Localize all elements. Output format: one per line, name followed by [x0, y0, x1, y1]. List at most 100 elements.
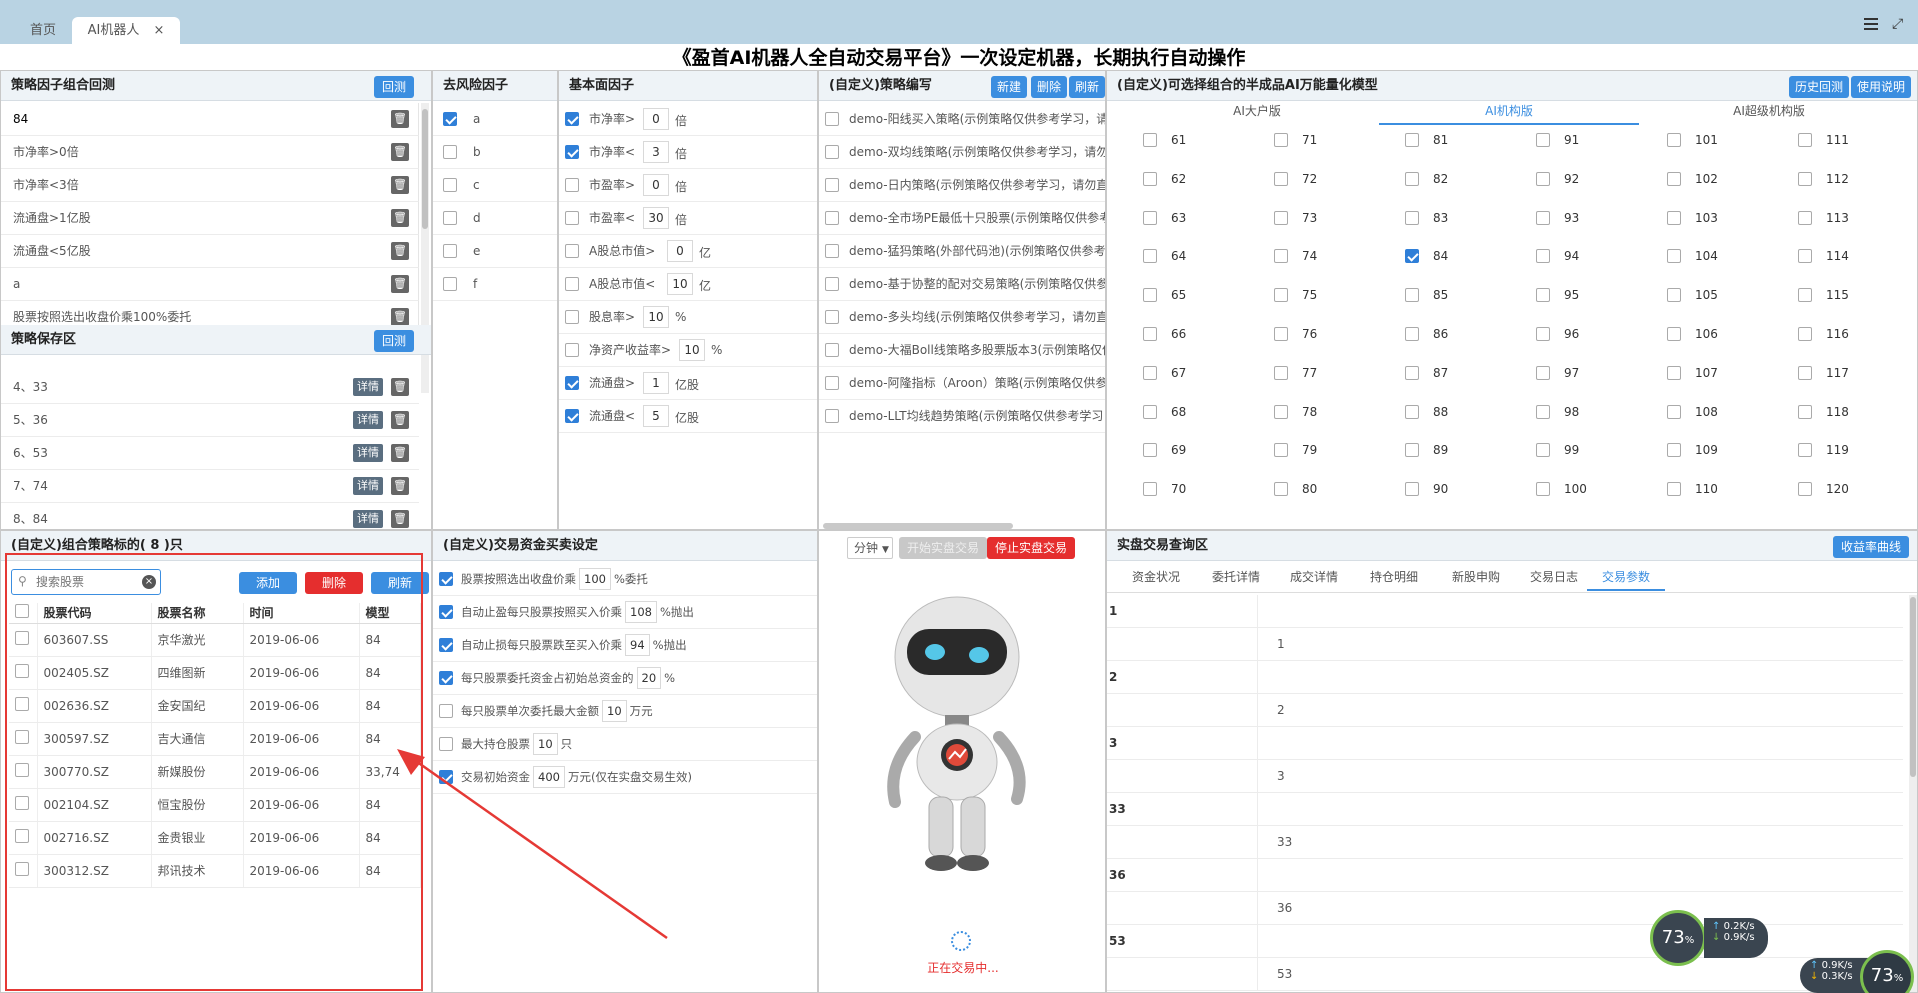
tab-ai-super[interactable]: AI超级机构版 — [1639, 97, 1899, 125]
query-tab[interactable]: 交易参数 — [1587, 563, 1665, 591]
model-checkbox[interactable] — [1798, 404, 1812, 419]
fundamental-checkbox[interactable] — [565, 112, 579, 126]
detail-button[interactable]: 详情 — [353, 510, 383, 528]
fundamental-checkbox[interactable] — [565, 277, 579, 291]
model-option[interactable]: 116 — [1798, 325, 1898, 345]
trade-setting-checkbox[interactable] — [439, 704, 453, 718]
model-option[interactable]: 86 — [1405, 325, 1505, 345]
risk-factor-checkbox[interactable] — [443, 211, 457, 225]
strategy-item[interactable]: demo-大福Boll线策略多股票版本3(示例策略仅供 — [819, 334, 1105, 367]
fundamental-value-input[interactable]: 5 — [643, 405, 669, 427]
fundamental-value-input[interactable]: 0 — [667, 240, 693, 262]
model-checkbox[interactable] — [1405, 327, 1419, 341]
model-option[interactable]: 77 — [1274, 364, 1374, 384]
model-checkbox[interactable] — [1274, 482, 1288, 497]
fundamental-checkbox[interactable] — [565, 145, 579, 159]
model-checkbox[interactable] — [1405, 482, 1419, 497]
model-checkbox[interactable] — [1536, 133, 1550, 147]
risk-factor-checkbox[interactable] — [443, 178, 457, 192]
model-checkbox[interactable] — [1405, 288, 1419, 303]
tab-ai-robot[interactable]: AI机器人 × — [72, 17, 180, 44]
model-checkbox[interactable] — [1143, 404, 1157, 419]
model-checkbox[interactable] — [1667, 482, 1681, 497]
row-select-cell[interactable] — [9, 722, 38, 756]
fundamental-checkbox[interactable] — [565, 244, 579, 258]
menu-icon[interactable] — [1864, 18, 1878, 30]
model-checkbox[interactable] — [1143, 482, 1157, 497]
trash-icon[interactable]: 🗑 — [391, 143, 409, 161]
model-option[interactable]: 81 — [1405, 131, 1505, 151]
table-row[interactable]: 002716.SZ 金贵银业 2019-06-06 84 — [9, 821, 421, 855]
strategy-checkbox[interactable] — [825, 310, 839, 324]
start-trading-button[interactable]: 开始实盘交易 — [899, 537, 988, 559]
model-checkbox[interactable] — [1274, 133, 1288, 147]
fundamental-checkbox[interactable] — [565, 310, 579, 324]
model-checkbox[interactable] — [1798, 133, 1812, 147]
clear-icon[interactable]: × — [142, 575, 156, 589]
trade-setting-input[interactable]: 108 — [625, 601, 657, 623]
strategy-checkbox[interactable] — [825, 376, 839, 390]
trash-icon[interactable]: 🗑 — [391, 110, 409, 128]
table-row[interactable]: 603607.SS 京华激光 2019-06-06 84 — [9, 623, 421, 657]
fundamental-checkbox[interactable] — [565, 376, 579, 390]
row-select-cell[interactable] — [9, 656, 38, 690]
model-checkbox[interactable] — [1143, 327, 1157, 341]
detail-button[interactable]: 详情 — [353, 411, 383, 429]
query-tab[interactable]: 新股申购 — [1441, 563, 1511, 591]
model-checkbox[interactable] — [1405, 171, 1419, 186]
row-checkbox[interactable] — [15, 631, 29, 645]
model-option[interactable]: 105 — [1667, 286, 1767, 306]
stop-trading-button[interactable]: 停止实盘交易 — [987, 537, 1076, 559]
model-option[interactable]: 65 — [1143, 286, 1243, 306]
model-option[interactable]: 114 — [1798, 247, 1898, 267]
trade-setting-input[interactable]: 94 — [625, 634, 650, 656]
risk-factor-checkbox[interactable] — [443, 277, 457, 291]
row-checkbox[interactable] — [15, 763, 29, 777]
strategy-checkbox[interactable] — [825, 178, 839, 192]
model-checkbox[interactable] — [1536, 404, 1550, 419]
model-checkbox[interactable] — [1405, 365, 1419, 380]
model-option[interactable]: 118 — [1798, 403, 1898, 423]
strategy-item[interactable]: demo-基于协整的配对交易策略(示例策略仅供参 — [819, 268, 1105, 301]
model-checkbox[interactable] — [1798, 443, 1812, 458]
model-checkbox[interactable] — [1667, 288, 1681, 303]
model-option[interactable]: 64 — [1143, 247, 1243, 267]
trash-icon[interactable]: 🗑 — [391, 176, 409, 194]
risk-factor-checkbox[interactable] — [443, 244, 457, 258]
new-strategy-button[interactable]: 新建 — [991, 76, 1028, 98]
model-option[interactable]: 89 — [1405, 441, 1505, 461]
table-row[interactable]: 300312.SZ 邦讯技术 2019-06-06 84 — [9, 854, 421, 888]
model-checkbox[interactable] — [1667, 133, 1681, 147]
model-checkbox[interactable] — [1667, 171, 1681, 186]
model-option[interactable]: 92 — [1536, 170, 1636, 190]
fullscreen-icon[interactable]: ⤢ — [1892, 17, 1906, 31]
model-option[interactable]: 103 — [1667, 209, 1767, 229]
model-checkbox[interactable] — [1274, 443, 1288, 458]
model-checkbox[interactable] — [1798, 288, 1812, 303]
strategy-item[interactable]: demo-阿隆指标（Aroon）策略(示例策略仅供参 — [819, 367, 1105, 400]
model-option[interactable]: 112 — [1798, 170, 1898, 190]
backtest-button[interactable]: 回测 — [374, 76, 415, 98]
model-option[interactable]: 104 — [1667, 247, 1767, 267]
model-option[interactable]: 106 — [1667, 325, 1767, 345]
search-box[interactable]: ⚲ × — [11, 569, 161, 595]
trade-setting-input[interactable]: 20 — [636, 667, 662, 689]
model-option[interactable]: 82 — [1405, 170, 1505, 190]
model-option[interactable]: 120 — [1798, 480, 1898, 500]
search-input[interactable] — [36, 573, 136, 591]
select-all-cell[interactable] — [9, 603, 38, 624]
model-checkbox[interactable] — [1274, 327, 1288, 341]
model-checkbox[interactable] — [1143, 365, 1157, 380]
trash-icon[interactable]: 🗑 — [391, 378, 409, 396]
history-backtest-button[interactable]: 历史回测 — [1789, 76, 1850, 98]
strategy-checkbox[interactable] — [825, 343, 839, 357]
row-select-cell[interactable] — [9, 689, 38, 723]
model-option[interactable]: 99 — [1536, 441, 1636, 461]
row-checkbox[interactable] — [15, 697, 29, 711]
strategy-checkbox[interactable] — [825, 277, 839, 291]
model-option[interactable]: 62 — [1143, 170, 1243, 190]
model-checkbox[interactable] — [1798, 249, 1812, 264]
model-checkbox[interactable] — [1536, 327, 1550, 341]
fundamental-checkbox[interactable] — [565, 343, 579, 357]
model-option[interactable]: 100 — [1536, 480, 1636, 500]
